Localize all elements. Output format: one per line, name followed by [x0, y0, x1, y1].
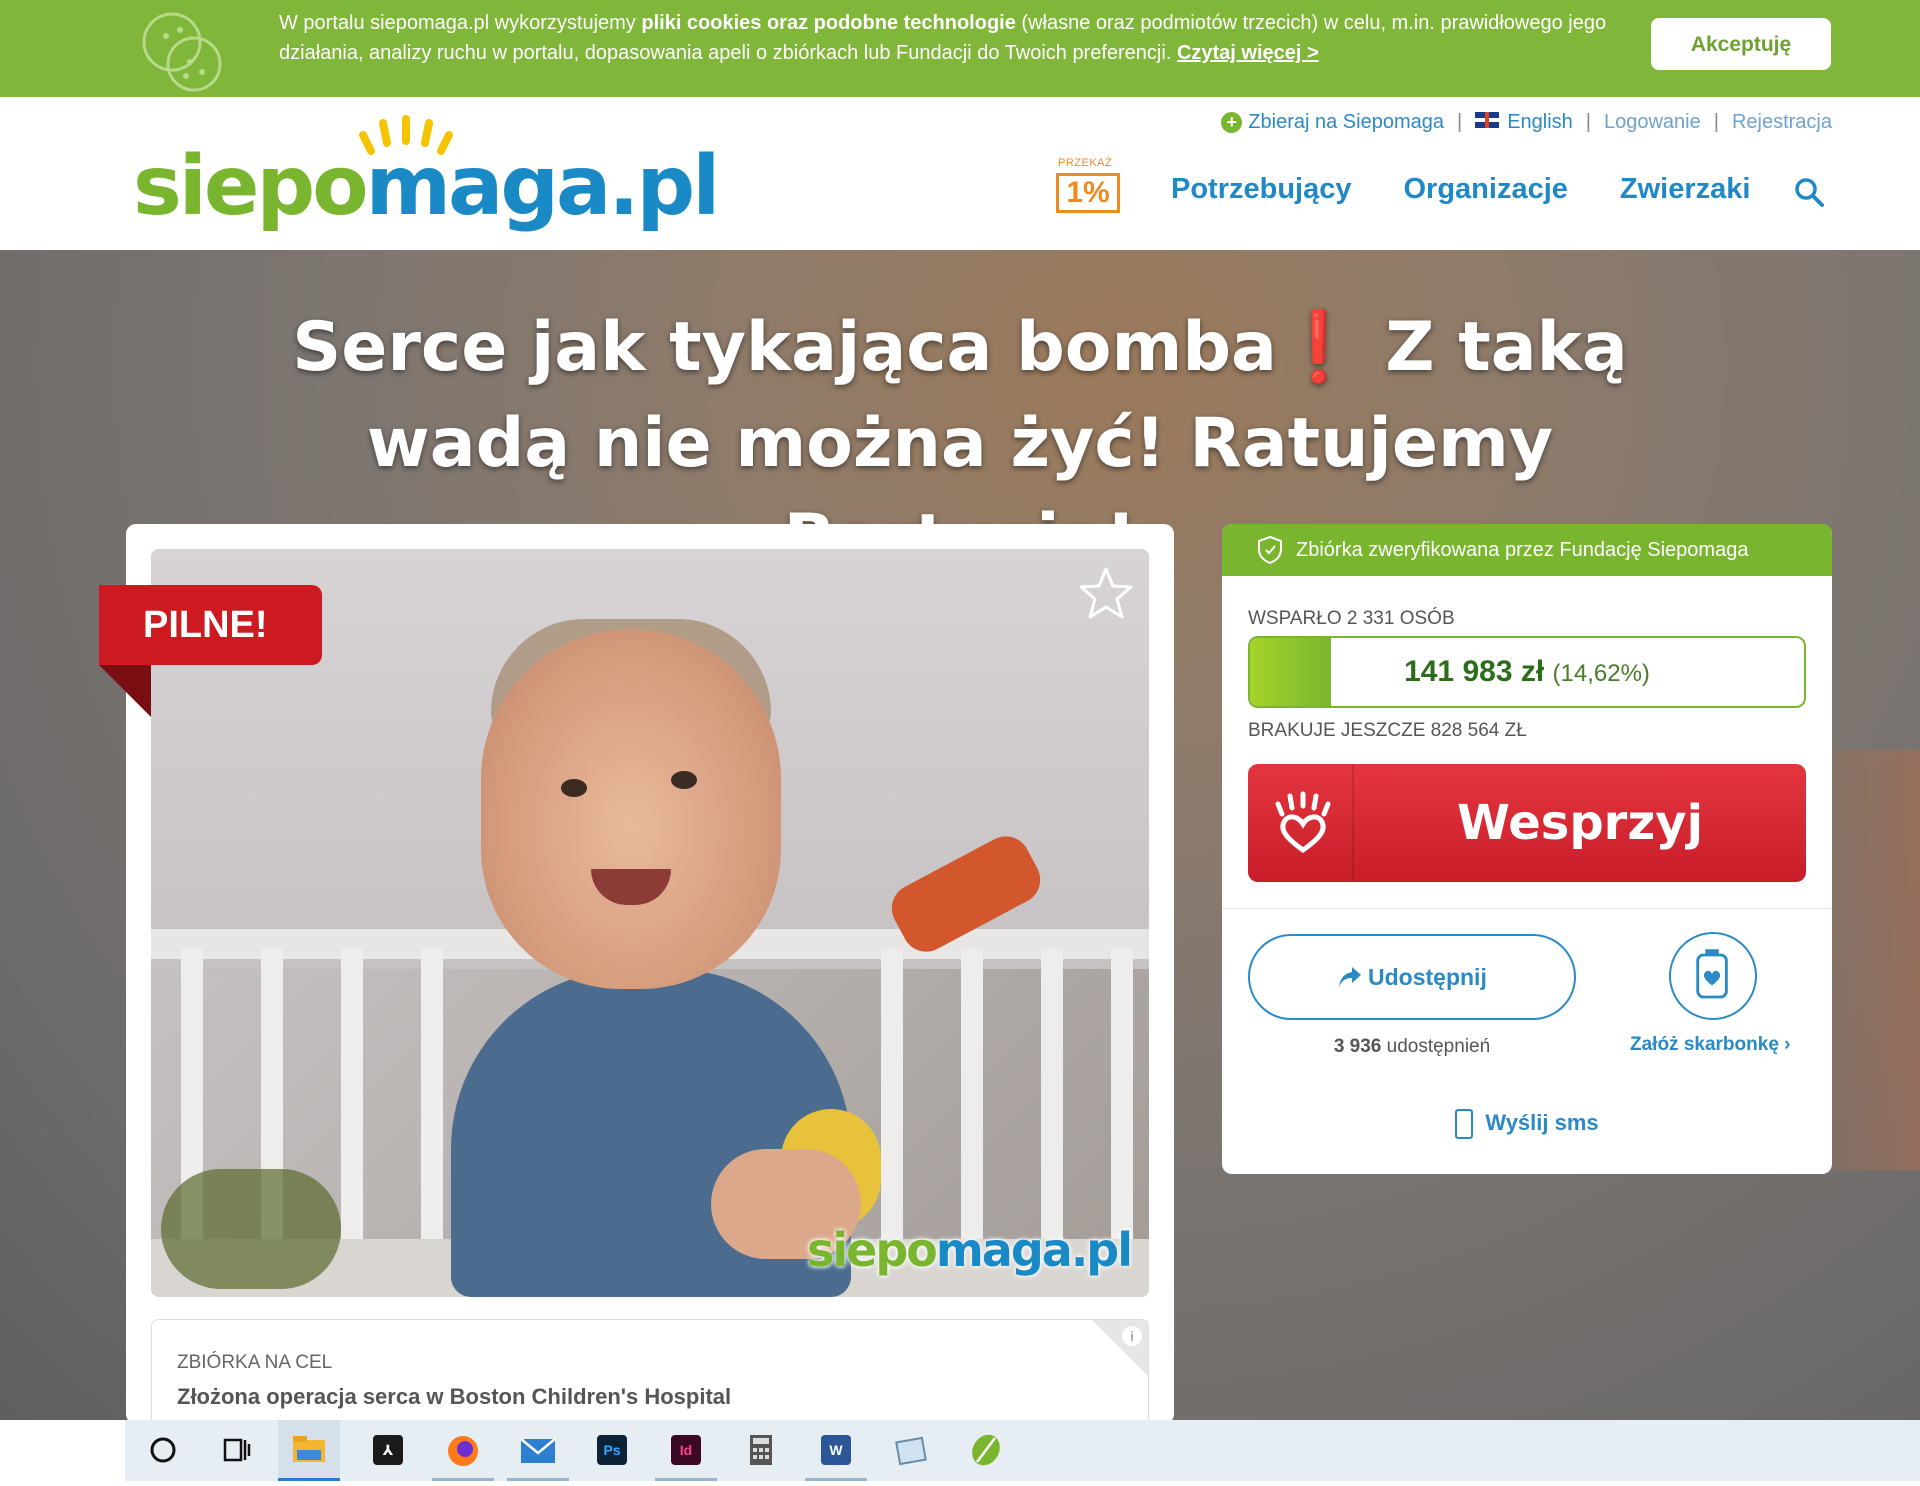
- cookie-bar: W portalu siepomaga.pl wykorzystujemy pl…: [0, 0, 1920, 97]
- share-arrow-icon: [1339, 967, 1361, 987]
- cookie-icon: [142, 12, 222, 92]
- main-nav: Potrzebujący Organizacje Zwierzaki: [1171, 173, 1750, 206]
- nav-item-potrzebujacy[interactable]: Potrzebujący: [1171, 173, 1352, 206]
- donation-progress-bar: 141 983 zł (14,62%): [1248, 636, 1806, 708]
- siepomaga-logo[interactable]: siepomaga.pl: [133, 113, 720, 234]
- goal-text: Złożona operacja serca w Boston Children…: [177, 1384, 732, 1409]
- info-icon[interactable]: i: [1122, 1326, 1142, 1346]
- notes-icon[interactable]: [880, 1420, 942, 1481]
- campaign-goal-box: i ZBIÓRKA NA CEL Złożona operacja serca …: [151, 1319, 1149, 1424]
- cookie-message: W portalu siepomaga.pl wykorzystujemy pl…: [279, 12, 1607, 64]
- task-view-icon[interactable]: [205, 1420, 267, 1481]
- mail-icon[interactable]: [507, 1420, 569, 1481]
- photo-watermark-logo: siepomaga.pl: [806, 1223, 1133, 1277]
- phone-icon: [1455, 1109, 1474, 1139]
- donation-card: Zbiórka zweryfikowana przez Fundację Sie…: [1222, 524, 1832, 1174]
- logo-wordmark: siepomaga.pl: [133, 139, 720, 234]
- cortana-icon[interactable]: [132, 1420, 194, 1481]
- favorite-star-icon[interactable]: [1076, 564, 1136, 624]
- register-link[interactable]: Rejestracja: [1732, 111, 1832, 134]
- raised-amount: 141 983 zł: [1404, 655, 1545, 688]
- verified-banner: Zbiórka zweryfikowana przez Fundację Sie…: [1222, 524, 1832, 576]
- nav-item-zwierzaki[interactable]: Zwierzaki: [1620, 173, 1751, 206]
- plus-icon: +: [1221, 112, 1243, 133]
- support-button[interactable]: Wesprzyj: [1248, 764, 1806, 882]
- word-icon[interactable]: W: [805, 1420, 867, 1481]
- indesign-icon[interactable]: Id: [655, 1420, 717, 1481]
- calculator-icon[interactable]: [730, 1420, 792, 1481]
- supporters-count: WSPARŁO 2 331 OSÓB: [1248, 608, 1455, 629]
- raised-percent: (14,62%): [1552, 660, 1650, 687]
- nav-item-organizacje[interactable]: Organizacje: [1404, 173, 1568, 206]
- app-icon[interactable]: [955, 1420, 1017, 1481]
- firefox-icon[interactable]: [432, 1420, 494, 1481]
- piggy-bank-icon: [1696, 949, 1728, 999]
- accept-cookies-button[interactable]: Akceptuję: [1651, 18, 1831, 70]
- share-button[interactable]: Udostępnij: [1248, 934, 1576, 1020]
- urgent-badge: PILNE!: [99, 585, 322, 665]
- top-links: + Zbieraj na Siepomaga | English | Logowa…: [1221, 111, 1832, 134]
- file-explorer-icon[interactable]: [278, 1420, 340, 1481]
- uk-flag-icon: [1475, 112, 1500, 128]
- share-count: 3 936 udostępnień: [1333, 1036, 1491, 1057]
- hand-heart-icon: [1275, 791, 1331, 854]
- taskbar-search-area[interactable]: [0, 1420, 125, 1481]
- windows-taskbar: ⅄ Ps Id W: [0, 1420, 1920, 1481]
- goal-label: ZBIÓRKA NA CEL: [177, 1352, 333, 1373]
- login-link[interactable]: Logowanie: [1604, 111, 1701, 134]
- missing-amount: BRAKUJE JESZCZE 828 564 ZŁ: [1248, 720, 1527, 741]
- cookie-read-more-link[interactable]: Czytaj więcej >: [1177, 42, 1319, 64]
- photoshop-icon[interactable]: Ps: [581, 1420, 643, 1481]
- site-header: siepomaga.pl + Zbieraj na Siepomaga | Eng…: [0, 97, 1920, 250]
- acrobat-icon[interactable]: ⅄: [357, 1420, 419, 1481]
- english-link[interactable]: English: [1475, 111, 1573, 134]
- piggy-bank-button[interactable]: [1669, 932, 1757, 1020]
- create-piggy-bank-link[interactable]: Załóż skarbonkę ›: [1630, 1034, 1791, 1056]
- search-icon[interactable]: [1794, 177, 1824, 207]
- shield-icon: [1258, 536, 1282, 564]
- send-sms-link[interactable]: Wyślij sms: [1222, 1109, 1832, 1139]
- one-percent-badge[interactable]: PRZEKAŻ 1%: [1055, 157, 1121, 213]
- collect-link[interactable]: + Zbieraj na Siepomaga: [1221, 111, 1444, 134]
